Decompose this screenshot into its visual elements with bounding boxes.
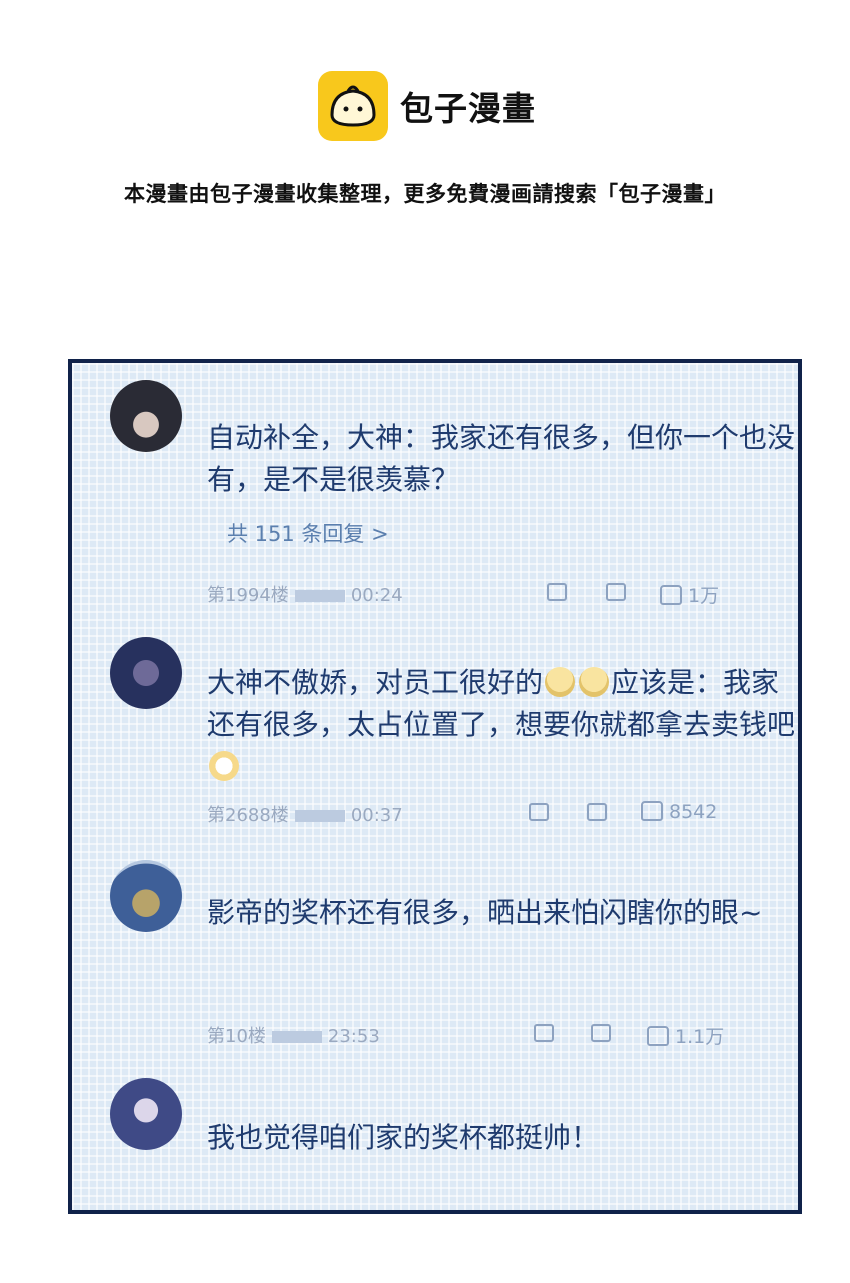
emoji-grin-icon bbox=[209, 751, 239, 781]
floor-label: 第1994楼 bbox=[207, 585, 289, 606]
like-count: 1.1万 bbox=[675, 1026, 725, 1048]
brand-name: 包子漫畫 bbox=[400, 89, 536, 128]
time-label: 00:37 bbox=[350, 805, 403, 826]
time-label: 23:53 bbox=[327, 1026, 380, 1047]
comment-text: 自动补全，大神：我家还有很多，但你一个也没有，是不是很羡慕？ bbox=[207, 421, 796, 496]
floor-label: 第10楼 bbox=[207, 1026, 266, 1047]
brand-header: 包子漫畫 bbox=[318, 70, 536, 142]
avatar[interactable] bbox=[110, 860, 182, 932]
like-button[interactable]: 8542 bbox=[641, 801, 717, 823]
comment-text: 影帝的奖杯还有很多，晒出来怕闪瞎你的眼~ bbox=[207, 896, 763, 929]
comment-text: 大神不傲娇，对员工很好的 应该是：我家还有很多，太占位置了，想要你就都拿去卖钱吧 bbox=[207, 662, 797, 788]
like-button[interactable]: 1.1万 bbox=[647, 1022, 724, 1049]
comment-text: 我也觉得咱们家的奖杯都挺帅！ bbox=[207, 1121, 600, 1154]
share-icon[interactable] bbox=[534, 1024, 554, 1042]
comment-text-part-a: 大神不傲娇，对员工很好的 bbox=[207, 666, 544, 699]
share-icon[interactable] bbox=[529, 803, 549, 821]
thumbs-up-icon bbox=[660, 585, 682, 605]
like-button[interactable]: 1万 bbox=[660, 581, 719, 608]
comment-icon[interactable] bbox=[587, 803, 607, 821]
comment-meta: 第2688楼 00:37 bbox=[207, 801, 403, 827]
floor-label: 第2688楼 bbox=[207, 805, 289, 826]
avatar[interactable] bbox=[110, 1078, 182, 1150]
avatar[interactable] bbox=[110, 380, 182, 452]
username-blur bbox=[271, 1031, 322, 1043]
avatar[interactable] bbox=[110, 637, 182, 709]
comment-meta: 第1994楼 00:24 bbox=[207, 581, 403, 607]
time-label: 00:24 bbox=[350, 585, 403, 606]
collection-notice: 本漫畫由包子漫畫收集整理，更多免費漫画請搜索「包子漫畫」 bbox=[124, 182, 726, 206]
like-count: 1万 bbox=[688, 585, 720, 607]
thumbs-up-icon bbox=[647, 1026, 669, 1046]
share-icon[interactable] bbox=[547, 583, 567, 601]
comment-meta: 第10楼 23:53 bbox=[207, 1022, 380, 1048]
comment-icon[interactable] bbox=[591, 1024, 611, 1042]
username-blur bbox=[294, 590, 345, 602]
view-replies-link[interactable]: 共 151 条回复 > bbox=[227, 518, 389, 548]
like-count: 8542 bbox=[669, 801, 718, 823]
username-blur bbox=[294, 810, 345, 822]
emoji-shy-icon bbox=[545, 667, 576, 697]
thumbs-up-icon bbox=[641, 801, 663, 821]
emoji-shy-icon bbox=[579, 667, 610, 697]
comment-icon[interactable] bbox=[606, 583, 626, 601]
bun-logo-icon bbox=[318, 71, 388, 141]
